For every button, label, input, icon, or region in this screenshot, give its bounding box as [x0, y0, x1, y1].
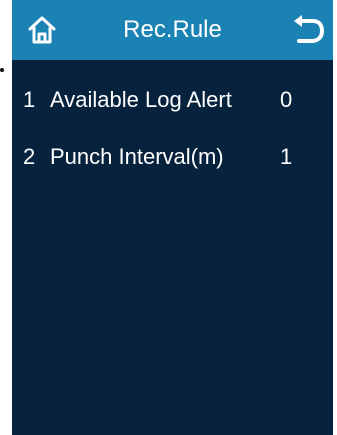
rule-index: 2 [23, 144, 36, 169]
back-button[interactable] [287, 10, 327, 50]
rule-row-punch-interval[interactable]: 2 Punch Interval(m) 1 [12, 137, 333, 177]
device-screen: Rec.Rule 1 Available Log Alert 0 2 Punch… [12, 0, 333, 435]
rule-index: 1 [23, 87, 36, 112]
rule-label: Punch Interval(m) [50, 144, 224, 169]
rule-label: Available Log Alert [50, 87, 232, 112]
back-arrow-icon [294, 15, 324, 43]
rule-row-available-log-alert[interactable]: 1 Available Log Alert 0 [12, 80, 333, 120]
page-title: Rec.Rule [123, 16, 222, 43]
home-icon [28, 16, 56, 44]
rule-value: 1 [280, 144, 293, 169]
top-bar: Rec.Rule [12, 0, 333, 60]
home-button[interactable] [22, 10, 62, 50]
outside-dot-marker [0, 68, 4, 72]
rule-value: 0 [280, 87, 293, 112]
